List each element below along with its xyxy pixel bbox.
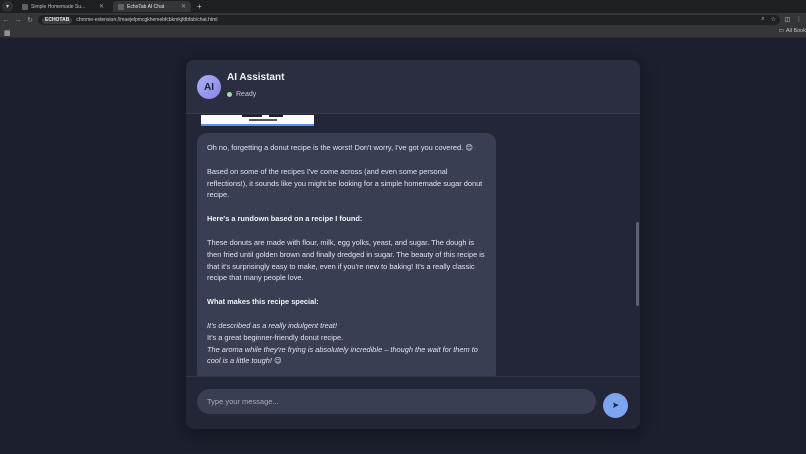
tab-label: EchoTab AI Chat — [127, 3, 165, 10]
folder-icon: ▭ — [778, 28, 784, 34]
tab-simple-homemade[interactable]: Simple Homemade Su... ✕ — [17, 1, 109, 12]
tab-echotab-chat[interactable]: EchoTab AI Chat ✕ — [113, 1, 191, 12]
menu-icon[interactable]: ⋮ — [796, 16, 802, 23]
all-bookmarks-button[interactable]: ▭ All Book — [779, 28, 806, 34]
close-tab-icon[interactable]: ✕ — [181, 3, 186, 10]
message-heading: Here's a rundown based on a recipe I fou… — [207, 214, 363, 224]
bookmarks-bar: ▦ ▭ All Book — [0, 27, 806, 38]
message-input[interactable] — [197, 389, 596, 414]
extensions-icon[interactable]: ◫ — [784, 16, 790, 23]
url-text: chrome-extension://maejelpmcgkhemebfcbkm… — [76, 17, 218, 23]
list-item: It's a great beginner-friendly donut rec… — [207, 332, 344, 342]
bookmark-star-icon[interactable]: ☆ — [771, 16, 776, 23]
message-list[interactable]: Oh no, forgetting a donut recipe is the … — [186, 115, 640, 376]
browser-tab-bar: ▾ Simple Homemade Su... ✕ EchoTab AI Cha… — [0, 0, 806, 13]
address-bar[interactable]: ECHOTAB chrome-extension://maejelpmcgkhe… — [38, 15, 780, 25]
zoom-icon[interactable]: ⌕ — [761, 16, 764, 23]
list-item: The aroma while they're frying is absolu… — [207, 344, 478, 366]
message-paragraph: Based on some of the recipes I've come a… — [207, 166, 483, 200]
message-heading: What makes this recipe special: — [207, 297, 319, 307]
message-paragraph: These donuts are made with flour, milk, … — [207, 237, 485, 283]
all-bookmarks-label: All Book — [785, 28, 806, 34]
reload-icon[interactable]: ↻ — [24, 16, 36, 24]
send-icon: ➤ — [611, 400, 620, 410]
favicon-icon — [118, 3, 124, 10]
browser-toolbar: ← → ↻ ECHOTAB chrome-extension://maejelp… — [0, 13, 806, 27]
close-tab-icon[interactable]: ✕ — [99, 3, 104, 10]
chat-header: AI AI Assistant Ready — [186, 60, 640, 114]
favicon-icon — [22, 3, 28, 10]
chat-title: AI Assistant — [227, 72, 285, 83]
new-tab-icon[interactable]: + — [197, 2, 202, 11]
forward-icon[interactable]: → — [12, 17, 24, 24]
status-indicator: Ready — [227, 91, 256, 98]
attached-image-preview[interactable] — [201, 115, 314, 126]
chat-panel: AI AI Assistant Ready Oh no, forgetting … — [186, 60, 640, 429]
message-paragraph: Oh no, forgetting a donut recipe is the … — [207, 143, 473, 152]
composer: ➤ — [186, 376, 640, 429]
scrollbar-thumb[interactable] — [636, 222, 639, 306]
status-dot-icon — [227, 92, 232, 97]
back-icon[interactable]: ← — [0, 17, 12, 24]
assistant-message-bubble: Oh no, forgetting a donut recipe is the … — [197, 133, 496, 376]
tab-search-icon[interactable]: ▾ — [2, 1, 13, 12]
status-text: Ready — [236, 91, 257, 98]
send-button[interactable]: ➤ — [603, 393, 628, 418]
site-chip[interactable]: ECHOTAB — [42, 16, 73, 24]
avatar: AI — [197, 75, 221, 99]
apps-grid-icon[interactable]: ▦ — [4, 29, 11, 37]
tab-label: Simple Homemade Su... — [31, 3, 86, 10]
list-item: It's described as a really indulgent tre… — [207, 320, 337, 330]
